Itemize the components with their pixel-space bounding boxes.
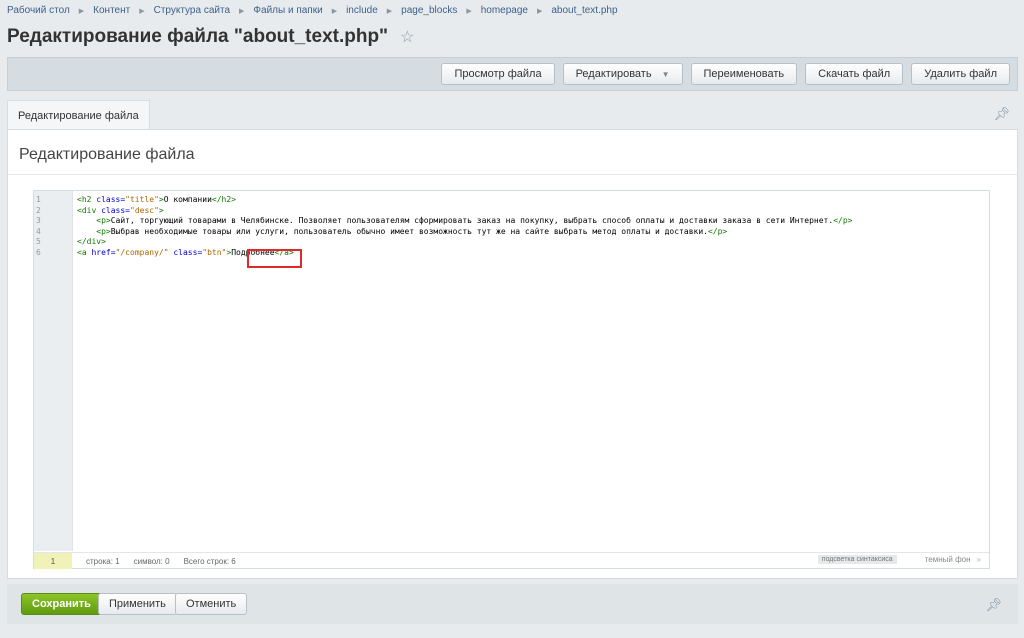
footer-actions: Сохранить Применить Отменить 📌︎ [7,584,1018,624]
save-button[interactable]: Сохранить [21,593,102,615]
edit-panel: Редактирование файла 123456 <h2 class="t… [7,129,1018,579]
tab-edit-file[interactable]: Редактирование файла [7,100,150,130]
panel-title: Редактирование файла [19,146,195,163]
code-token: Сайт, торгующий товарами в Челябинске. П… [110,216,834,226]
code-token: О компании [163,195,212,204]
breadcrumb-item-files-folders[interactable]: Файлы и папки [253,5,322,16]
code-line[interactable]: <p>Сайт, торгующий товарами в Челябинске… [77,216,852,227]
line-number-gutter: 123456 [34,191,73,551]
code-area[interactable]: <h2 class="title">О компании</h2> <div cl… [77,195,852,259]
code-token: <p> [96,216,111,226]
code-token: <div [77,205,102,215]
code-token: </h2> [211,195,236,204]
title-row: Редактирование файла "about_text.php" ☆ [7,26,414,48]
dark-background-toggle[interactable]: темный фон [925,555,971,564]
chevron-right-icon: ▶ [331,7,338,15]
chevron-right-icon: ▶ [139,7,145,15]
breadcrumb-item-site-structure[interactable]: Структура сайта [154,5,230,16]
code-token: "/company/" [115,247,169,257]
dark-background-switch[interactable]: » [977,555,981,564]
chevron-right-icon: ▶ [386,7,393,15]
breadcrumb-item-include[interactable]: include [346,5,378,16]
syntax-highlight-toggle[interactable]: подсветка синтаксиса [817,555,897,564]
line-number: 3 [36,216,41,226]
delete-file-button[interactable]: Удалить файл [911,63,1010,85]
code-line[interactable]: <p>Выбрав необходимые товары или услуги,… [77,227,852,238]
status-right-controls: подсветка синтаксиса темный фон » [817,555,981,564]
tabs-bar: Редактирование файла 📌︎ [7,100,1018,130]
current-line-indicator: 1 [34,553,72,569]
code-token: "title" [125,195,159,204]
download-file-button[interactable]: Скачать файл [805,63,904,85]
code-token: </div> [77,237,106,247]
breadcrumb-item-homepage[interactable]: homepage [481,5,528,16]
page-title: Редактирование файла "about_text.php" [7,26,389,47]
breadcrumb-item-desktop[interactable]: Рабочий стол [7,5,70,16]
code-token: "btn" [202,247,227,257]
highlight-annotation [247,249,302,268]
edit-dropdown-button[interactable]: Редактировать ▼ [562,63,683,85]
code-token: Выбрав необходимые товары или услуги, по… [110,226,708,236]
code-line[interactable]: <a href="/company/" class="btn">Подробне… [77,248,852,259]
line-number: 1 [36,195,41,204]
editor-status-bar: 1 строка: 1 символ: 0 Всего строк: 6 под… [34,552,989,569]
code-token: <p> [96,226,111,236]
code-token: > [158,205,164,215]
breadcrumb-item-current-file: about_text.php [551,5,618,16]
breadcrumb-item-content[interactable]: Контент [93,5,130,16]
edit-dropdown-label: Редактировать [575,68,652,80]
star-icon[interactable]: ☆ [400,27,414,47]
code-token: class= [101,205,130,215]
code-token: </p> [833,216,853,226]
code-token: href= [91,247,116,257]
caret-down-icon: ▼ [661,69,670,79]
code-line[interactable]: <h2 class="title">О компании</h2> [77,195,852,206]
code-line[interactable]: <div class="desc"> [77,206,852,217]
code-token: </p> [707,226,728,236]
view-file-button[interactable]: Просмотр файла [441,63,555,85]
chevron-right-icon: ▶ [466,7,472,15]
line-number: 4 [36,226,41,236]
breadcrumb-item-page-blocks[interactable]: page_blocks [401,5,457,16]
code-token: class= [96,195,126,204]
pin-icon[interactable]: 📌︎ [985,597,1002,613]
toolbar-buttons: Просмотр файла Редактировать ▼ Переимено… [433,63,1010,85]
status-symbol: символ: 0 [133,556,170,566]
code-token: class= [173,247,203,257]
pin-icon[interactable]: 📌︎ [993,106,1010,122]
status-total-lines: Всего строк: 6 [183,556,236,566]
rename-button[interactable]: Переименовать [690,63,798,85]
toolbar: Просмотр файла Редактировать ▼ Переимено… [7,57,1018,91]
code-line[interactable]: </div> [77,237,852,248]
chevron-right-icon: ▶ [78,7,85,15]
line-number: 6 [36,248,41,257]
code-token: "desc" [130,205,159,215]
code-editor[interactable]: 123456 <h2 class="title">О компании</h2>… [33,190,990,569]
chevron-right-icon: ▶ [239,7,245,15]
status-line: строка: 1 [86,556,120,566]
code-token: <h2 [77,195,97,204]
cancel-button[interactable]: Отменить [175,593,248,615]
code-token: <a [77,247,92,257]
chevron-right-icon: ▶ [536,7,543,15]
line-number: 5 [36,237,41,247]
apply-button[interactable]: Применить [98,593,177,615]
panel-divider [8,174,1017,175]
breadcrumb: Рабочий стол ▶ Контент ▶ Структура сайта… [7,5,618,16]
line-number: 2 [36,205,41,215]
